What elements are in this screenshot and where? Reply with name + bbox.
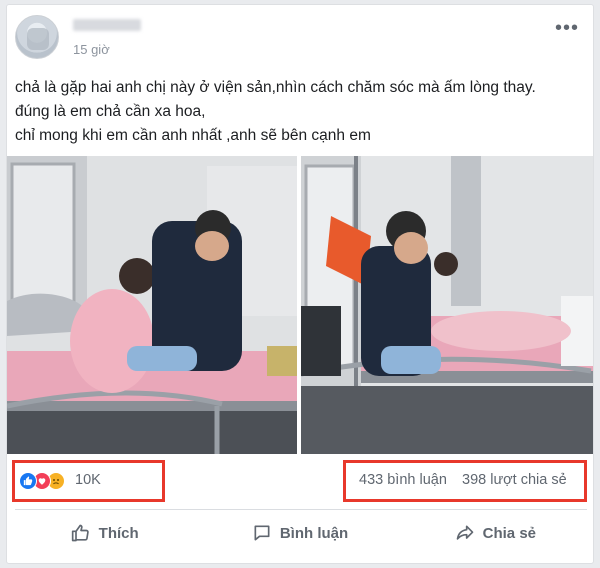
reaction-count: 10K — [75, 472, 101, 488]
post-photo-1[interactable] — [7, 156, 297, 454]
like-label: Thích — [98, 524, 139, 542]
like-icon — [19, 472, 37, 490]
comment-label: Bình luận — [279, 524, 349, 542]
share-icon — [456, 525, 473, 540]
author-name-blurred[interactable] — [73, 19, 141, 31]
post-text-line: đúng là em chả cần xa hoa, — [15, 103, 206, 120]
post-photo-2[interactable] — [301, 156, 593, 454]
post-time[interactable]: 15 giờ — [73, 42, 110, 57]
hospital-photo-right — [301, 156, 593, 454]
post-text-line: chả là gặp hai anh chị này ở viện sản,nh… — [15, 79, 536, 96]
comment-button[interactable]: Bình luận — [202, 511, 397, 555]
post-actions: Thích Bình luận Chia sẻ — [7, 511, 593, 555]
avatar-image — [27, 28, 49, 50]
share-count[interactable]: 398 lượt chia sẻ — [462, 472, 567, 488]
post-card: 15 giờ ••• chả là gặp hai anh chị này ở … — [6, 4, 594, 564]
divider — [15, 509, 587, 510]
thumbs-up-icon — [71, 524, 89, 542]
avatar[interactable] — [15, 15, 59, 59]
share-button[interactable]: Chia sẻ — [398, 511, 593, 555]
like-button[interactable]: Thích — [7, 511, 202, 555]
post-text-line: chỉ mong khi em cần anh nhất ,anh sẽ bên… — [15, 127, 371, 144]
reactions-summary[interactable]: 10K — [12, 460, 165, 502]
engagement-counts: 433 bình luận 398 lượt chia sẻ — [343, 460, 587, 502]
hospital-photo-left — [7, 156, 297, 454]
share-label: Chia sẻ — [482, 524, 536, 542]
post-photos — [7, 156, 593, 454]
post-text: chả là gặp hai anh chị này ở viện sản,nh… — [15, 76, 585, 148]
comment-icon — [254, 525, 270, 541]
more-options-icon[interactable]: ••• — [555, 17, 579, 40]
comment-count[interactable]: 433 bình luận — [359, 472, 447, 488]
post-stats: 10K 433 bình luận 398 lượt chia sẻ — [7, 454, 593, 506]
post-header: 15 giờ ••• — [7, 5, 593, 71]
